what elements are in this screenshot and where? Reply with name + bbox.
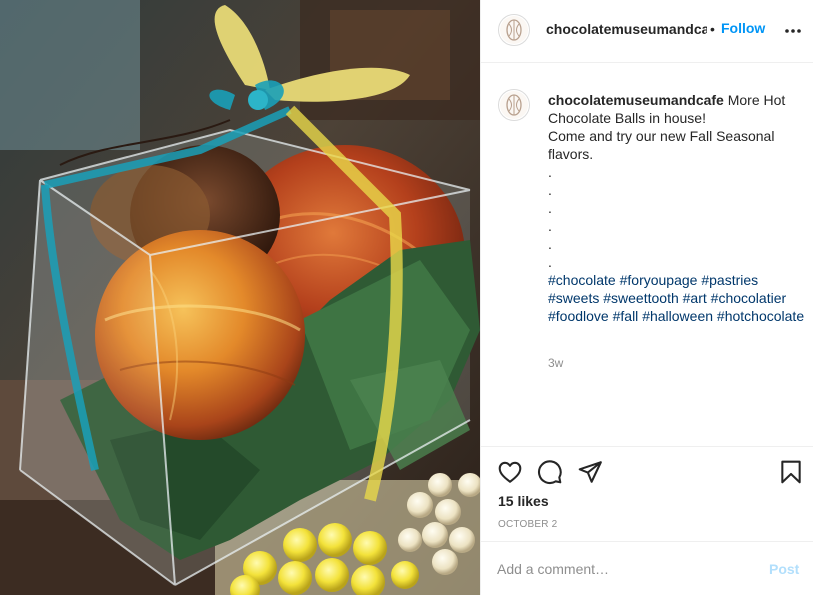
hashtag-link[interactable]: #fall xyxy=(613,308,639,324)
caption-avatar[interactable] xyxy=(498,89,530,121)
more-options-icon[interactable] xyxy=(783,22,803,40)
caption-dot-line: . xyxy=(548,218,552,234)
caption-dot-line: . xyxy=(548,254,552,270)
caption-text: chocolatemuseumandcafe More Hot Chocolat… xyxy=(548,91,806,325)
post-details-panel: chocolatemuseumandcafe • Follow chocolat… xyxy=(480,0,813,595)
comment-bubble-icon[interactable] xyxy=(537,459,563,485)
bookmark-icon[interactable] xyxy=(778,459,804,485)
post-caption: chocolatemuseumandcafe More Hot Chocolat… xyxy=(481,63,813,446)
like-count[interactable]: 15 likes xyxy=(498,493,549,509)
hashtag-list: #chocolate #foryoupage #pastries #sweets… xyxy=(548,271,806,325)
post-date[interactable]: OCTOBER 2 xyxy=(498,519,557,530)
hashtag-link[interactable]: #chocolatier xyxy=(711,290,787,306)
follow-button[interactable]: Follow xyxy=(721,20,765,36)
hashtag-link[interactable]: #sweets xyxy=(548,290,599,306)
hashtag-link[interactable]: #halloween xyxy=(642,308,713,324)
hashtag-link[interactable]: #sweettooth xyxy=(603,290,679,306)
caption-timestamp[interactable]: 3w xyxy=(548,356,563,370)
cacao-pod-logo-icon[interactable] xyxy=(498,14,530,46)
hot-chocolate-balls-image xyxy=(0,0,480,595)
caption-dot-line: . xyxy=(548,236,552,252)
hashtag-link[interactable]: #art xyxy=(683,290,707,306)
comment-input[interactable] xyxy=(497,558,757,580)
caption-username[interactable]: chocolatemuseumandcafe xyxy=(548,92,724,108)
caption-dot-line: . xyxy=(548,200,552,216)
caption-dot-line: . xyxy=(548,182,552,198)
hashtag-link[interactable]: #pastries xyxy=(701,272,758,288)
post-header: chocolatemuseumandcafe • Follow xyxy=(481,0,813,63)
caption-dot-line: . xyxy=(548,164,552,180)
paper-plane-icon[interactable] xyxy=(577,459,603,485)
caption-line: Come and try our new Fall Seasonal flavo… xyxy=(548,128,775,162)
post-comment-button[interactable]: Post xyxy=(769,561,799,577)
hashtag-link[interactable]: #hotchocolate xyxy=(717,308,804,324)
hashtag-link[interactable]: #foryoupage xyxy=(620,272,698,288)
post-photo[interactable] xyxy=(0,0,480,595)
hashtag-link[interactable]: #chocolate xyxy=(548,272,616,288)
cacao-pod-logo-icon xyxy=(500,91,528,119)
header-username[interactable]: chocolatemuseumandcafe xyxy=(546,21,707,37)
header-separator: • xyxy=(710,21,715,37)
comment-form: Post xyxy=(481,541,813,595)
heart-icon[interactable] xyxy=(497,459,523,485)
post-actions: 15 likes OCTOBER 2 xyxy=(481,446,813,541)
hashtag-link[interactable]: #foodlove xyxy=(548,308,609,324)
